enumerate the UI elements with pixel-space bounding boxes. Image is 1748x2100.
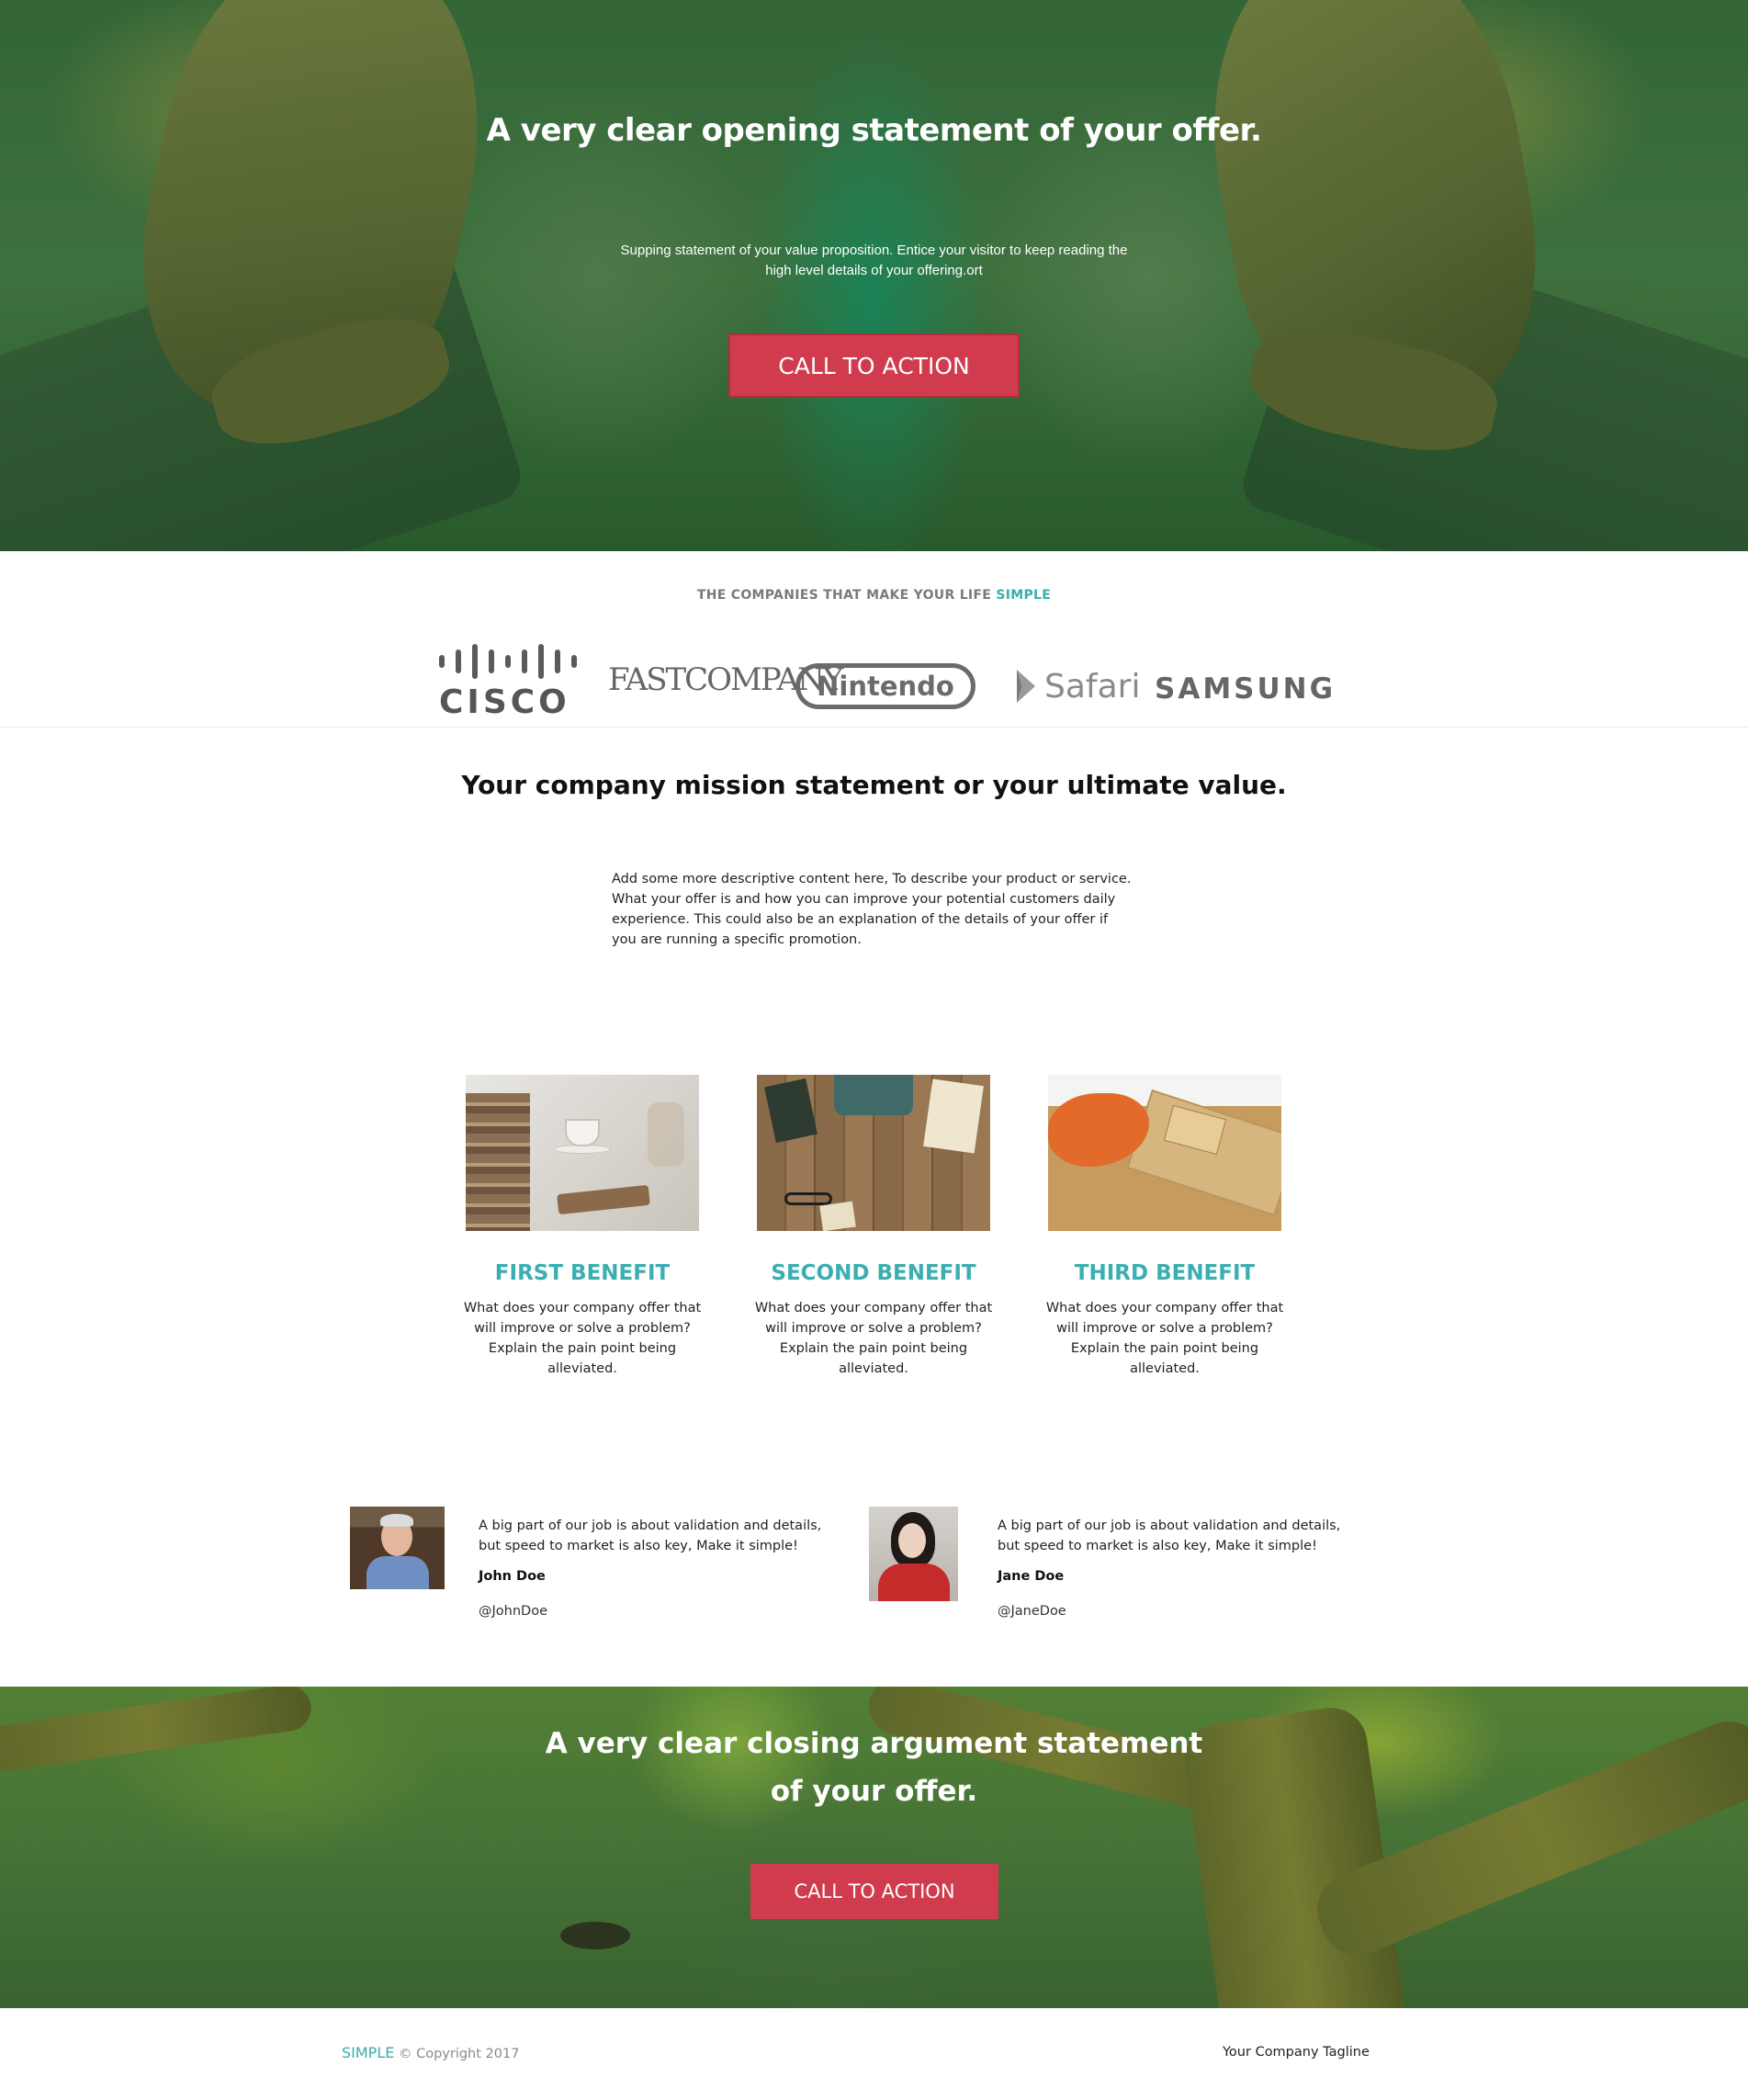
hero-section: A very clear opening statement of your o… (0, 0, 1748, 551)
benefit-card-2: SECOND BENEFIT What does your company of… (750, 1075, 998, 1379)
company-logos: CISCO FASTCOMPANY Nintendo Safari SAMSUN… (0, 634, 1748, 726)
closing-section: A very clear closing argument statement … (0, 1687, 1748, 2008)
testimonial-name: Jane Doe (998, 1569, 1065, 1584)
closing-title: A very clear closing argument statement … (545, 1727, 1203, 1808)
testimonial-handle: @JaneDoe (998, 1604, 1066, 1619)
footer-brand: SIMPLE © Copyright 2017 (342, 2044, 519, 2061)
companies-heading-text: THE COMPANIES THAT MAKE YOUR LIFE (696, 588, 997, 603)
benefit-title: SECOND BENEFIT (771, 1261, 976, 1285)
hero-subtitle: Supping statement of your value proposit… (620, 243, 1128, 278)
safari-logo: Safari (1013, 666, 1140, 706)
hero-title: A very clear opening statement of your o… (486, 112, 1262, 149)
cisco-wordmark: CISCO (439, 683, 570, 721)
companies-heading-accent: SIMPLE (996, 588, 1052, 603)
benefit-card-1: FIRST BENEFIT What does your company off… (458, 1075, 706, 1379)
nintendo-logo: Nintendo (795, 663, 975, 709)
closing-cta-button[interactable]: CALL TO ACTION (750, 1864, 998, 1919)
benefit-card-3: THIRD BENEFIT What does your company off… (1041, 1075, 1289, 1379)
benefit-image-2 (757, 1075, 990, 1231)
testimonial-2: A big part of our job is about validatio… (869, 1507, 1365, 1635)
nintendo-wordmark: Nintendo (817, 671, 954, 702)
companies-heading: THE COMPANIES THAT MAKE YOUR LIFE SIMPLE (0, 588, 1748, 603)
footer-tagline: Your Company Tagline (1223, 2045, 1370, 2060)
mission-title: Your company mission statement or your u… (461, 770, 1287, 800)
benefit-title: FIRST BENEFIT (494, 1261, 671, 1285)
benefit-text: What does your company offer that will i… (1045, 1301, 1284, 1376)
footer-brand-link[interactable]: SIMPLE (342, 2044, 394, 2061)
safari-wordmark: Safari (1044, 667, 1141, 706)
testimonial-handle: @JohnDoe (479, 1604, 547, 1619)
footer-copyright: © Copyright 2017 (394, 2047, 520, 2061)
benefit-text: What does your company offer that will i… (463, 1301, 702, 1376)
testimonial-name: John Doe (479, 1569, 546, 1584)
testimonial-quote: A big part of our job is about validatio… (479, 1519, 822, 1553)
testimonial-1: A big part of our job is about validatio… (350, 1507, 846, 1635)
cisco-bars-icon (439, 641, 577, 682)
benefit-title: THIRD BENEFIT (1074, 1261, 1256, 1285)
hero-cta-button[interactable]: CALL TO ACTION (728, 333, 1020, 398)
section-divider (0, 727, 1748, 728)
benefit-image-1 (466, 1075, 699, 1231)
samsung-logo: SAMSUNG (1155, 672, 1336, 706)
safari-compass-icon (1017, 670, 1035, 703)
benefit-image-3 (1048, 1075, 1281, 1231)
benefit-text: What does your company offer that will i… (754, 1301, 993, 1376)
avatar (350, 1507, 445, 1589)
avatar (869, 1507, 958, 1601)
mission-body: Add some more descriptive content here, … (612, 872, 1132, 947)
cisco-logo: CISCO (439, 641, 581, 724)
testimonial-quote: A big part of our job is about validatio… (998, 1519, 1341, 1553)
